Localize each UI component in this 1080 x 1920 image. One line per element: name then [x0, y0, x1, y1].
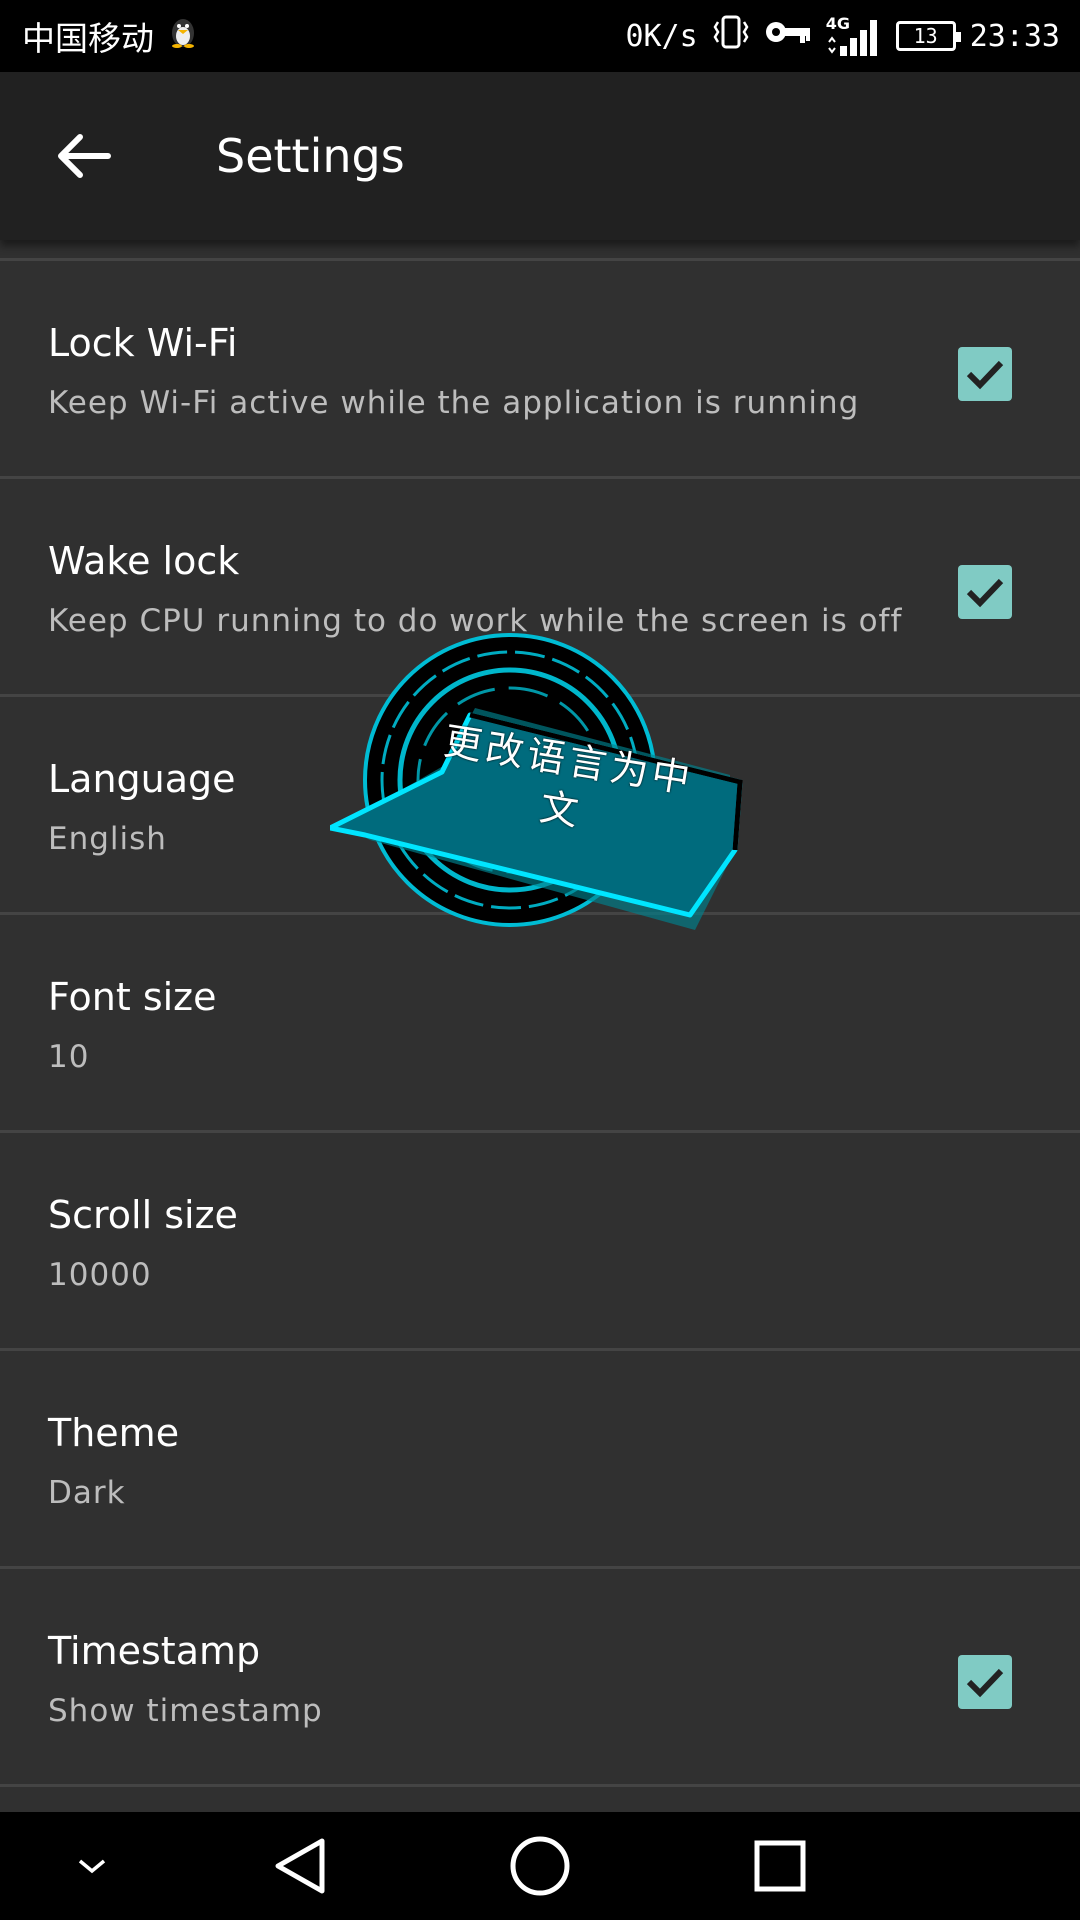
setting-summary: Dark: [48, 1475, 126, 1511]
setting-title: Language: [48, 757, 236, 801]
carrier-label: 中国移动: [22, 19, 154, 58]
arrow-back-icon: [58, 134, 111, 178]
vpn-key-icon: [764, 17, 812, 55]
change-language-overlay-button[interactable]: 更改语言为中文: [327, 630, 760, 930]
setting-font-size[interactable]: Font size 10: [0, 915, 1080, 1133]
hide-nav-button[interactable]: [52, 1812, 132, 1920]
setting-title: Lock Wi-Fi: [48, 321, 238, 365]
checkmark-icon: [966, 1668, 1004, 1698]
setting-scroll-size[interactable]: Scroll size 10000: [0, 1133, 1080, 1351]
setting-theme[interactable]: Theme Dark: [0, 1351, 1080, 1569]
signal-icon: 4G: [826, 14, 882, 58]
setting-summary: 10: [48, 1039, 90, 1075]
settings-list: Lock Wi-Fi Keep Wi-Fi active while the a…: [0, 258, 1080, 1787]
nav-back-button[interactable]: [250, 1812, 350, 1920]
wake-lock-checkbox[interactable]: [958, 565, 1012, 619]
setting-title: Timestamp: [48, 1629, 261, 1673]
lock-wifi-checkbox[interactable]: [958, 347, 1012, 401]
setting-timestamp[interactable]: Timestamp Show timestamp: [0, 1569, 1080, 1787]
setting-summary: Keep Wi-Fi active while the application …: [48, 385, 860, 421]
nav-home-button[interactable]: [490, 1812, 590, 1920]
setting-lock-wifi[interactable]: Lock Wi-Fi Keep Wi-Fi active while the a…: [0, 261, 1080, 479]
app-bar: Settings: [0, 72, 1080, 240]
network-speed-label: 0K/s: [625, 18, 698, 54]
back-button[interactable]: [36, 108, 132, 204]
setting-summary: English: [48, 821, 167, 857]
circle-home-icon: [510, 1836, 570, 1896]
setting-title: Scroll size: [48, 1193, 238, 1237]
setting-title: Font size: [48, 975, 217, 1019]
square-recents-icon: [754, 1840, 806, 1892]
page-title: Settings: [216, 129, 405, 183]
setting-title: Wake lock: [48, 539, 240, 583]
battery-icon: 13: [895, 21, 961, 51]
navigation-bar: [0, 1812, 1080, 1920]
vibrate-icon: [712, 14, 750, 58]
setting-title: Theme: [48, 1411, 180, 1455]
triangle-back-icon: [275, 1838, 325, 1894]
timestamp-checkbox[interactable]: [958, 1655, 1012, 1709]
setting-summary: 10000: [48, 1257, 152, 1293]
nav-recents-button[interactable]: [730, 1812, 830, 1920]
qq-penguin-icon: [168, 15, 198, 57]
checkmark-icon: [966, 360, 1004, 390]
setting-summary: Show timestamp: [48, 1693, 323, 1729]
clock: 23:33: [969, 18, 1060, 54]
checkmark-icon: [966, 578, 1004, 608]
status-bar: 中国移动 0K/s 4G 13 23:33: [0, 0, 1080, 72]
chevron-down-icon: [78, 1859, 106, 1874]
battery-level: 13: [913, 24, 938, 48]
